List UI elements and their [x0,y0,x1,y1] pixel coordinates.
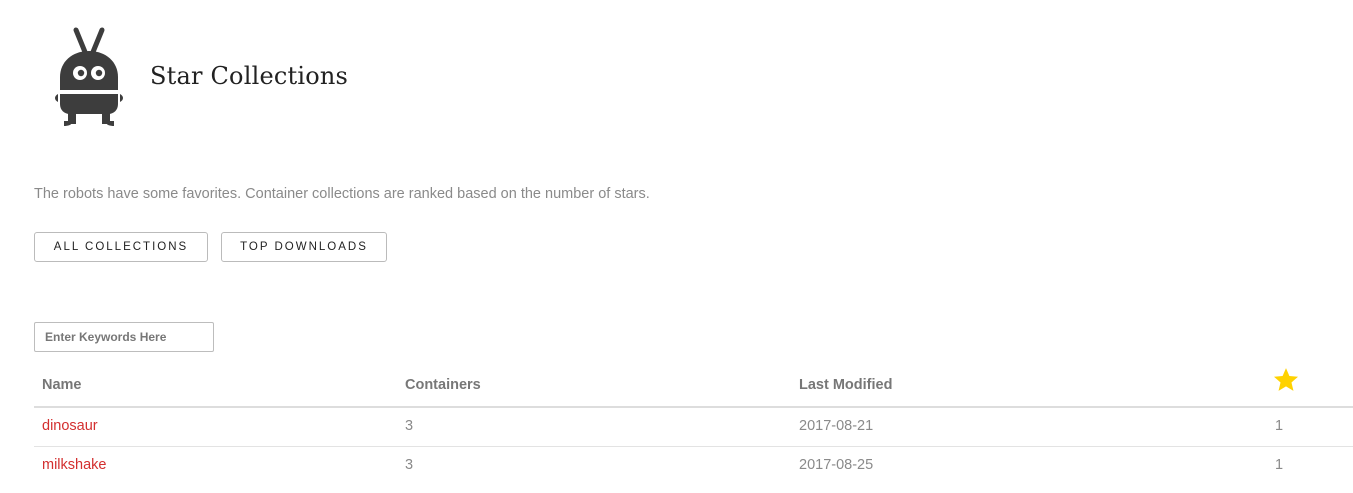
collection-name-cell: milkshake [42,457,106,473]
page-title: Star Collections [150,62,349,90]
robot-logo-icon [55,27,123,126]
column-header-stars[interactable] [1272,366,1300,394]
column-header-name[interactable]: Name [42,377,82,393]
collections-table: Name Containers Last Modified dinosaur 3… [34,364,1353,485]
star-icon [1273,368,1299,391]
collection-link[interactable]: milkshake [42,457,106,473]
last-modified-cell: 2017-08-21 [799,418,874,434]
all-collections-button[interactable]: All Collections [34,232,208,262]
table-row: dinosaur 3 2017-08-21 1 [34,408,1353,447]
table-row: milkshake 3 2017-08-25 1 [34,447,1353,485]
intro-text: The robots have some favorites. Containe… [34,186,650,202]
page: Star Collections The robots have some fa… [0,0,1353,493]
collection-link[interactable]: dinosaur [42,418,98,434]
last-modified-cell: 2017-08-25 [799,457,874,473]
column-header-containers[interactable]: Containers [405,377,481,393]
stars-cell: 1 [1275,418,1284,434]
column-header-last-modified[interactable]: Last Modified [799,377,892,393]
table-header: Name Containers Last Modified [34,364,1353,408]
top-downloads-button[interactable]: Top Downloads [221,232,387,262]
collection-name-cell: dinosaur [42,418,98,434]
stars-cell: 1 [1275,457,1284,473]
containers-cell: 3 [405,457,414,473]
containers-cell: 3 [405,418,414,434]
search-input[interactable] [34,322,214,352]
